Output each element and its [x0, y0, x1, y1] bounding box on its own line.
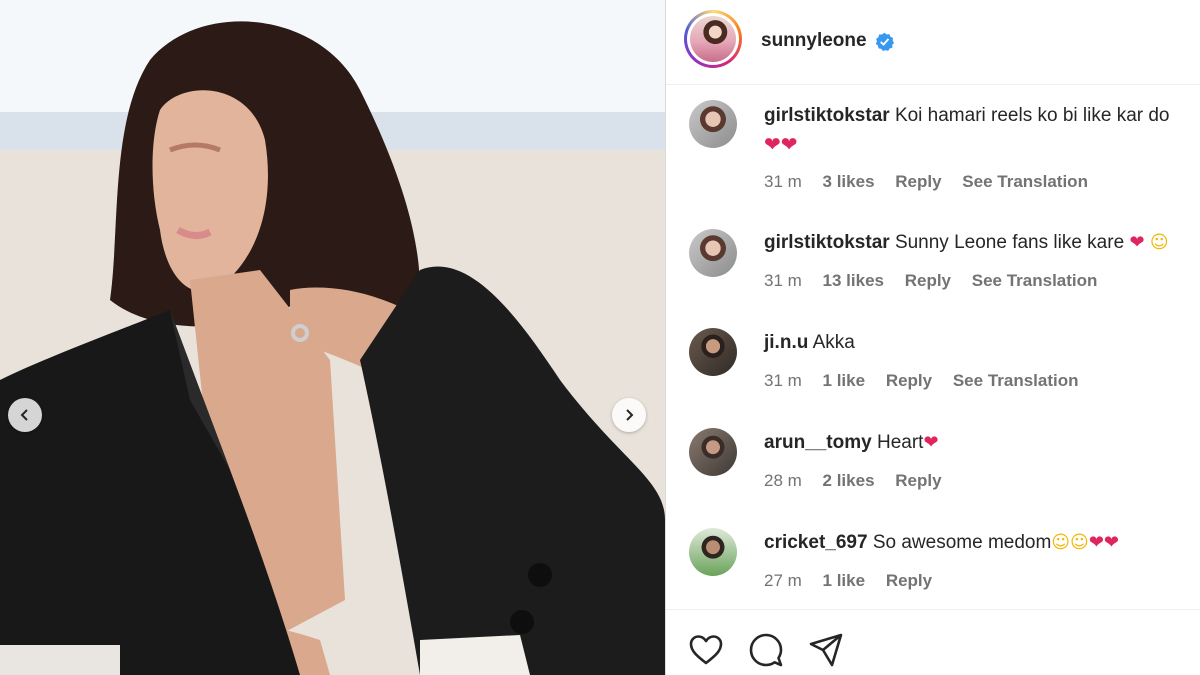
- comment-time[interactable]: 31 m: [764, 271, 802, 290]
- post-sidebar: sunnyleone girlstiktokstar Koi hamari re…: [666, 0, 1200, 675]
- comment-emoji: ❤❤: [1088, 532, 1119, 553]
- commenter-avatar[interactable]: [689, 428, 737, 476]
- see-translation-button[interactable]: See Translation: [953, 371, 1079, 390]
- comment-likes[interactable]: 2 likes: [823, 471, 875, 490]
- comment-likes[interactable]: 3 likes: [823, 172, 875, 191]
- see-translation-button[interactable]: See Translation: [972, 271, 1098, 290]
- comment-text: Sunny Leone fans like kare: [894, 232, 1125, 253]
- comment-time[interactable]: 31 m: [764, 172, 802, 191]
- reply-button[interactable]: Reply: [895, 471, 941, 490]
- commenter-username[interactable]: arun__tomy: [764, 432, 872, 453]
- comment-emoji: ☺☺: [1051, 532, 1089, 553]
- reply-button[interactable]: Reply: [886, 571, 932, 590]
- see-translation-button[interactable]: See Translation: [962, 172, 1088, 191]
- chevron-right-icon: [626, 409, 634, 421]
- comment-likes[interactable]: 13 likes: [823, 271, 884, 290]
- verified-badge-icon: [875, 32, 894, 51]
- commenter-username[interactable]: girlstiktokstar: [764, 232, 890, 253]
- author-username[interactable]: sunnyleone: [761, 30, 867, 52]
- comment-text: Heart: [876, 432, 924, 453]
- comment-emoji-line: ❤❤: [764, 132, 798, 156]
- commenter-username[interactable]: ji.n.u: [764, 332, 808, 353]
- reply-button[interactable]: Reply: [895, 172, 941, 191]
- heart-icon: [689, 635, 723, 665]
- commenter-username[interactable]: cricket_697: [764, 532, 868, 553]
- comment-likes[interactable]: 1 like: [823, 371, 866, 390]
- comments-list: girlstiktokstar Koi hamari reels ko bi l…: [666, 86, 1200, 610]
- post-photo: [0, 0, 665, 675]
- commenter-avatar[interactable]: [689, 528, 737, 576]
- chevron-left-icon: [20, 409, 28, 421]
- author-avatar[interactable]: [684, 10, 742, 68]
- commenter-avatar[interactable]: [689, 328, 737, 376]
- carousel-prev-button[interactable]: [8, 398, 42, 432]
- share-icon: [809, 633, 843, 667]
- carousel-next-button[interactable]: [612, 398, 646, 432]
- post-header: sunnyleone: [666, 0, 1200, 85]
- comment-emoji: ❤: [923, 432, 939, 453]
- comment-time[interactable]: 28 m: [764, 471, 802, 490]
- comment-emoji: ☺: [1149, 232, 1169, 253]
- comment-time[interactable]: 31 m: [764, 371, 802, 390]
- comment-time[interactable]: 27 m: [764, 571, 802, 590]
- comment-icon: [749, 633, 783, 667]
- share-button[interactable]: [808, 632, 844, 668]
- comment-text: So awesome medom: [872, 532, 1052, 553]
- comment-text: Akka: [812, 332, 855, 353]
- comment-text: Koi hamari reels ko bi like kar do: [894, 105, 1170, 126]
- comment-emoji: ❤: [1129, 232, 1145, 253]
- post-media[interactable]: [0, 0, 665, 675]
- commenter-avatar[interactable]: [689, 229, 737, 277]
- comment-likes[interactable]: 1 like: [823, 571, 866, 590]
- comment-button[interactable]: [748, 632, 784, 668]
- post-actions: [666, 610, 1200, 675]
- reply-button[interactable]: Reply: [905, 271, 951, 290]
- commenter-avatar[interactable]: [689, 100, 737, 148]
- commenter-username[interactable]: girlstiktokstar: [764, 105, 890, 126]
- like-button[interactable]: [688, 632, 724, 668]
- reply-button[interactable]: Reply: [886, 371, 932, 390]
